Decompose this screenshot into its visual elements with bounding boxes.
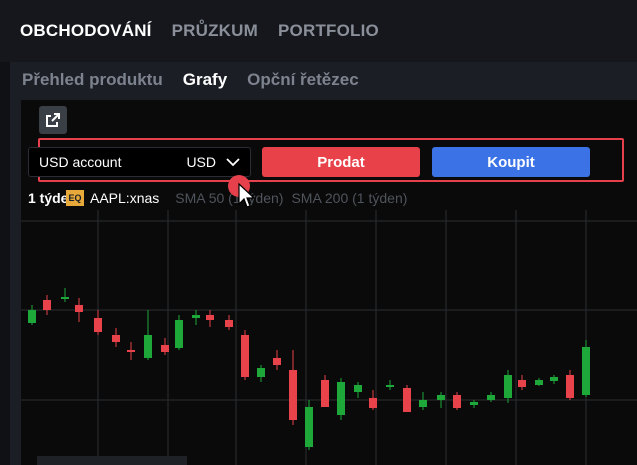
candle-body	[112, 335, 120, 342]
horizontal-scrollbar[interactable]	[37, 456, 187, 465]
candle-body	[192, 315, 200, 318]
nav-item-research[interactable]: PRŮZKUM	[172, 21, 258, 41]
candle-body	[241, 335, 249, 377]
candle-body	[369, 398, 377, 408]
candle-body	[273, 358, 281, 365]
candle-body	[28, 310, 36, 323]
candle-body	[305, 407, 313, 447]
candle-body	[75, 305, 83, 312]
candle-body	[403, 388, 411, 412]
candle-body	[487, 395, 495, 400]
candle-body	[453, 395, 461, 408]
equity-badge: EQ	[66, 190, 84, 206]
nav-item-portfolio[interactable]: PORTFOLIO	[278, 21, 379, 41]
account-dropdown[interactable]: USD account USD	[28, 147, 251, 177]
candle-body	[175, 320, 183, 348]
chevron-down-icon	[226, 158, 240, 167]
sma200-label[interactable]: SMA 200 (1 týden)	[291, 190, 407, 206]
candle-body	[225, 320, 233, 327]
candle-body	[518, 380, 526, 387]
candle-body	[61, 297, 69, 299]
tab-charts[interactable]: Grafy	[183, 70, 227, 90]
currency-label: USD	[186, 154, 216, 170]
candle-body	[127, 350, 135, 352]
candle-body	[470, 402, 478, 405]
candle-body	[94, 318, 102, 332]
timeframe-label[interactable]: 1 týden	[28, 190, 66, 206]
candle-body	[206, 315, 214, 320]
sell-button[interactable]: Prodat	[262, 147, 420, 177]
candle-body	[289, 370, 297, 420]
candle-body	[437, 395, 445, 400]
mouse-cursor-icon	[238, 183, 256, 208]
candle-body	[43, 300, 51, 310]
candle-body	[535, 380, 543, 385]
candle-body	[386, 385, 394, 387]
candle-body	[566, 375, 574, 398]
open-external-button[interactable]	[39, 106, 67, 134]
account-label: USD account	[39, 154, 122, 170]
candle-body	[257, 368, 265, 377]
top-navigation: OBCHODOVÁNÍ PRŮZKUM PORTFOLIO	[0, 0, 637, 62]
symbol-label[interactable]: AAPL:xnas	[90, 190, 159, 206]
candle-body	[337, 382, 345, 415]
candlestick-chart[interactable]	[21, 210, 637, 465]
tab-option-chain[interactable]: Opční řetězec	[247, 70, 359, 90]
candle-body	[504, 375, 512, 398]
candle-body	[144, 335, 152, 358]
candle-body	[321, 380, 329, 407]
candle-body	[550, 377, 558, 381]
external-link-icon	[46, 113, 60, 127]
candle-body	[419, 400, 427, 407]
sub-tabs: Přehled produktu Grafy Opční řetězec	[10, 62, 637, 98]
buy-button[interactable]: Koupit	[432, 147, 590, 177]
tab-product-overview[interactable]: Přehled produktu	[22, 70, 163, 90]
chart-legend: 1 týden EQ AAPL:xnas SMA 50 (1 týden) SM…	[28, 189, 415, 207]
candle-body	[161, 345, 169, 352]
candle-body	[582, 347, 590, 395]
nav-item-trading[interactable]: OBCHODOVÁNÍ	[20, 21, 152, 41]
candle-body	[354, 385, 362, 392]
